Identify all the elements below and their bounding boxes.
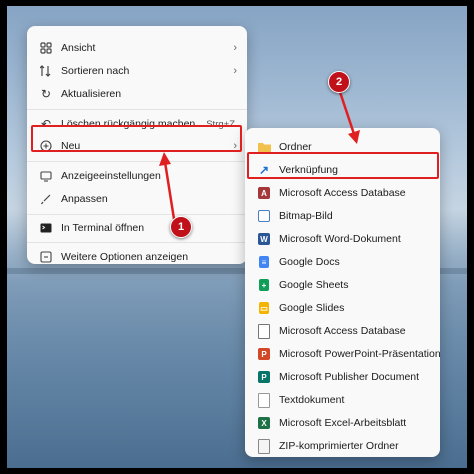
submenu-item-publisher[interactable]: P Microsoft Publisher Document [249, 366, 436, 388]
submenu-item-bitmap[interactable]: Bitmap-Bild [249, 205, 436, 227]
document-icon [257, 323, 271, 339]
google-docs-icon: ≡ [257, 255, 271, 269]
submenu-item-textdokument[interactable]: Textdokument [249, 389, 436, 411]
menu-item-anzeigeeinstellungen[interactable]: Anzeigeeinstellungen [31, 165, 243, 187]
desktop-background: Ansicht › Sortieren nach › ↻ Aktualisier… [7, 6, 467, 468]
display-icon [39, 169, 53, 183]
chevron-right-icon: › [233, 42, 237, 54]
submenu-item-excel[interactable]: X Microsoft Excel-Arbeitsblatt [249, 412, 436, 434]
submenu-item-word[interactable]: W Microsoft Word-Dokument [249, 228, 436, 250]
bitmap-icon [257, 209, 271, 223]
submenu-item-google-docs[interactable]: ≡ Google Docs [249, 251, 436, 273]
step-badge-2: 2 [328, 71, 350, 93]
terminal-icon [39, 221, 53, 235]
menu-item-terminal[interactable]: In Terminal öffnen [31, 217, 243, 239]
menu-separator [27, 161, 247, 162]
excel-icon: X [257, 416, 271, 430]
menu-item-sortieren[interactable]: Sortieren nach › [31, 60, 243, 82]
refresh-icon: ↻ [40, 87, 52, 101]
zip-folder-icon [257, 438, 271, 454]
access-icon: A [257, 186, 271, 200]
brush-icon [39, 192, 53, 206]
menu-item-weitere-optionen[interactable]: Weitere Optionen anzeigen [31, 246, 243, 268]
submenu-item-zip[interactable]: ZIP-komprimierter Ordner [249, 435, 436, 457]
menu-separator [27, 109, 247, 110]
submenu-item-access[interactable]: A Microsoft Access Database [249, 182, 436, 204]
publisher-icon: P [257, 370, 271, 384]
highlight-neu [31, 125, 242, 152]
submenu-item-access-2[interactable]: Microsoft Access Database [249, 320, 436, 342]
google-slides-icon: ▭ [259, 302, 269, 314]
sort-icon [39, 64, 53, 78]
google-sheets-icon: + [257, 278, 271, 292]
more-options-icon [39, 250, 53, 264]
grid-icon [39, 41, 53, 55]
text-document-icon [257, 392, 271, 408]
submenu-item-google-sheets[interactable]: + Google Sheets [249, 274, 436, 296]
menu-separator [27, 214, 247, 215]
highlight-verknuepfung [247, 152, 439, 179]
menu-separator [27, 242, 247, 243]
word-icon: W [257, 232, 271, 246]
submenu-item-google-slides[interactable]: ▭ Google Slides [249, 297, 436, 319]
submenu-item-powerpoint[interactable]: P Microsoft PowerPoint-Präsentation [249, 343, 441, 365]
menu-item-aktualisieren[interactable]: ↻ Aktualisieren [31, 83, 243, 105]
powerpoint-icon: P [257, 347, 271, 361]
menu-item-ansicht[interactable]: Ansicht › [31, 37, 243, 59]
menu-item-anpassen[interactable]: Anpassen [31, 188, 243, 210]
step-badge-1: 1 [170, 216, 192, 238]
chevron-right-icon: › [233, 65, 237, 77]
